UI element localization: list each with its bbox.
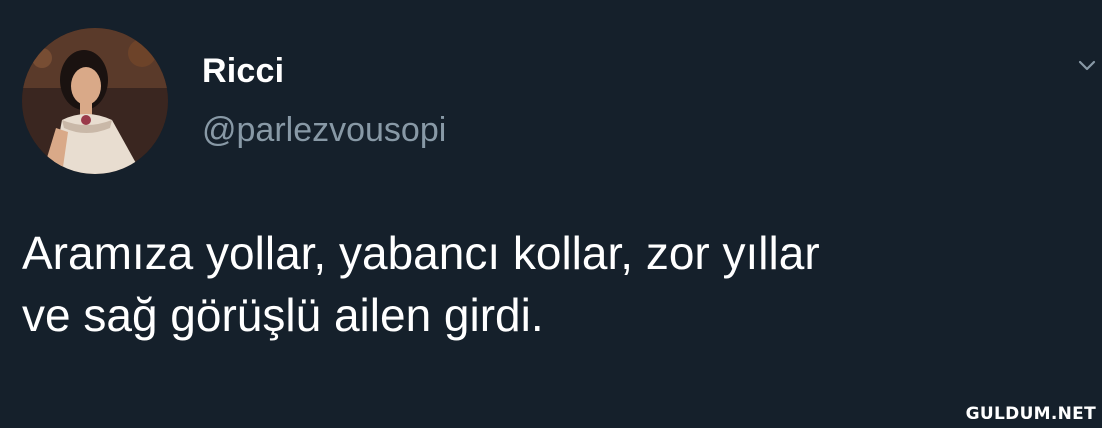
display-name[interactable]: Ricci [202,52,284,91]
user-handle[interactable]: @parlezvousopi [202,111,446,150]
tweet-text: Aramıza yollar, yabancı kollar, zor yıll… [22,222,1082,346]
chevron-down-icon[interactable] [1076,54,1098,76]
tweet-text-line: Aramıza yollar, yabancı kollar, zor yıll… [22,227,820,279]
tweet-card: Ricci @parlezvousopi Aramıza yollar, yab… [0,0,1102,428]
avatar-image [22,28,168,174]
tweet-text-line: ve sağ görüşlü ailen girdi. [22,289,544,341]
watermark: GULDUM.NET [965,404,1096,424]
avatar[interactable] [22,28,168,174]
